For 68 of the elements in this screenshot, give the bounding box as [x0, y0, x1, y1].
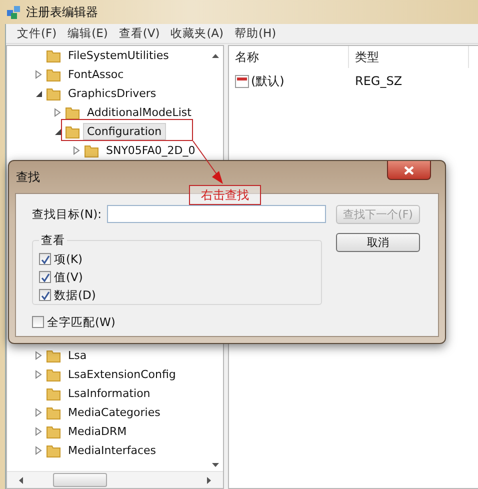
menu-item[interactable]: 收藏夹(A): [166, 26, 230, 41]
scroll-right-icon[interactable]: [207, 476, 211, 484]
table-cell: (默认): [251, 72, 284, 90]
expand-arrow-icon[interactable]: [35, 370, 43, 379]
folder-icon: [65, 124, 80, 138]
menu-item[interactable]: 编辑(E): [62, 26, 114, 41]
folder-icon: [46, 68, 61, 82]
menu-item[interactable]: 文件(F): [12, 26, 63, 41]
folder-icon: [46, 48, 61, 62]
checkbox[interactable]: [39, 253, 51, 265]
table-cell: REG_SZ: [355, 74, 402, 88]
annotation-arrow: [192, 140, 223, 184]
tree-item[interactable]: FileSystemUtilities: [64, 47, 173, 64]
cancel-button[interactable]: 取消: [336, 233, 420, 252]
scroll-up-icon[interactable]: [212, 54, 219, 58]
checkbox-label: 值(V): [54, 270, 83, 284]
scroll-left-icon[interactable]: [19, 476, 23, 484]
folder-icon: [46, 86, 61, 100]
tree-item[interactable]: MediaDRM: [64, 423, 131, 440]
expand-arrow-icon[interactable]: [35, 446, 43, 455]
expand-arrow-icon[interactable]: [73, 146, 81, 155]
expand-arrow-icon[interactable]: [35, 408, 43, 417]
folder-icon: [46, 424, 61, 438]
checkbox-label: 项(K): [54, 252, 83, 266]
close-button[interactable]: [387, 161, 431, 180]
scroll-down-icon[interactable]: [212, 463, 219, 467]
column-header[interactable]: 类型: [349, 46, 469, 68]
folder-icon: [46, 444, 61, 458]
dialog-title: 查找: [16, 169, 40, 186]
collapse-arrow-icon[interactable]: [35, 89, 43, 98]
tree-item[interactable]: AdditionalModeList: [83, 104, 196, 121]
menu-item[interactable]: 查看(V): [114, 26, 166, 41]
checkbox-label: 全字匹配(W): [47, 314, 116, 330]
checkbox[interactable]: [32, 316, 44, 328]
checkbox[interactable]: [39, 289, 51, 301]
find-label: 查找目标(N):: [32, 206, 102, 222]
tree-item[interactable]: Lsa: [64, 347, 91, 364]
scrollbar-thumb[interactable]: [53, 473, 107, 487]
checkbox-label: 数据(D): [54, 288, 96, 302]
expand-arrow-icon[interactable]: [35, 351, 43, 360]
tree-item[interactable]: LsaExtensionConfig: [64, 366, 180, 383]
tree-item[interactable]: MediaInterfaces: [64, 442, 160, 459]
window-title: 注册表编辑器: [26, 4, 98, 20]
tree-item[interactable]: MediaCategories: [64, 404, 164, 421]
tree-item[interactable]: Configuration: [83, 123, 166, 140]
expand-arrow-icon[interactable]: [35, 427, 43, 436]
tree-item[interactable]: LsaInformation: [64, 385, 154, 402]
expand-arrow-icon[interactable]: [35, 70, 43, 79]
expand-arrow-icon[interactable]: [54, 108, 62, 117]
checkbox[interactable]: [39, 271, 51, 283]
folder-icon: [84, 144, 99, 158]
string-value-icon: [235, 74, 249, 88]
find-input[interactable]: [107, 205, 326, 223]
registry-icon: [6, 4, 22, 20]
collapse-arrow-icon[interactable]: [54, 127, 62, 136]
folder-icon: [46, 368, 61, 382]
menu-item[interactable]: 帮助(H): [230, 26, 282, 41]
tree-item[interactable]: FontAssoc: [64, 66, 128, 83]
column-header[interactable]: 名称: [229, 46, 349, 68]
tree-item[interactable]: GraphicsDrivers: [64, 85, 160, 102]
folder-icon: [46, 386, 61, 400]
folder-icon: [65, 106, 80, 120]
group-title: 查看: [40, 233, 66, 248]
folder-icon: [46, 348, 61, 362]
annotation-label: 右击查找: [189, 185, 261, 205]
tree-item[interactable]: SNY05FA0_2D_0: [102, 142, 200, 159]
close-icon: [404, 166, 414, 174]
folder-icon: [46, 406, 61, 420]
